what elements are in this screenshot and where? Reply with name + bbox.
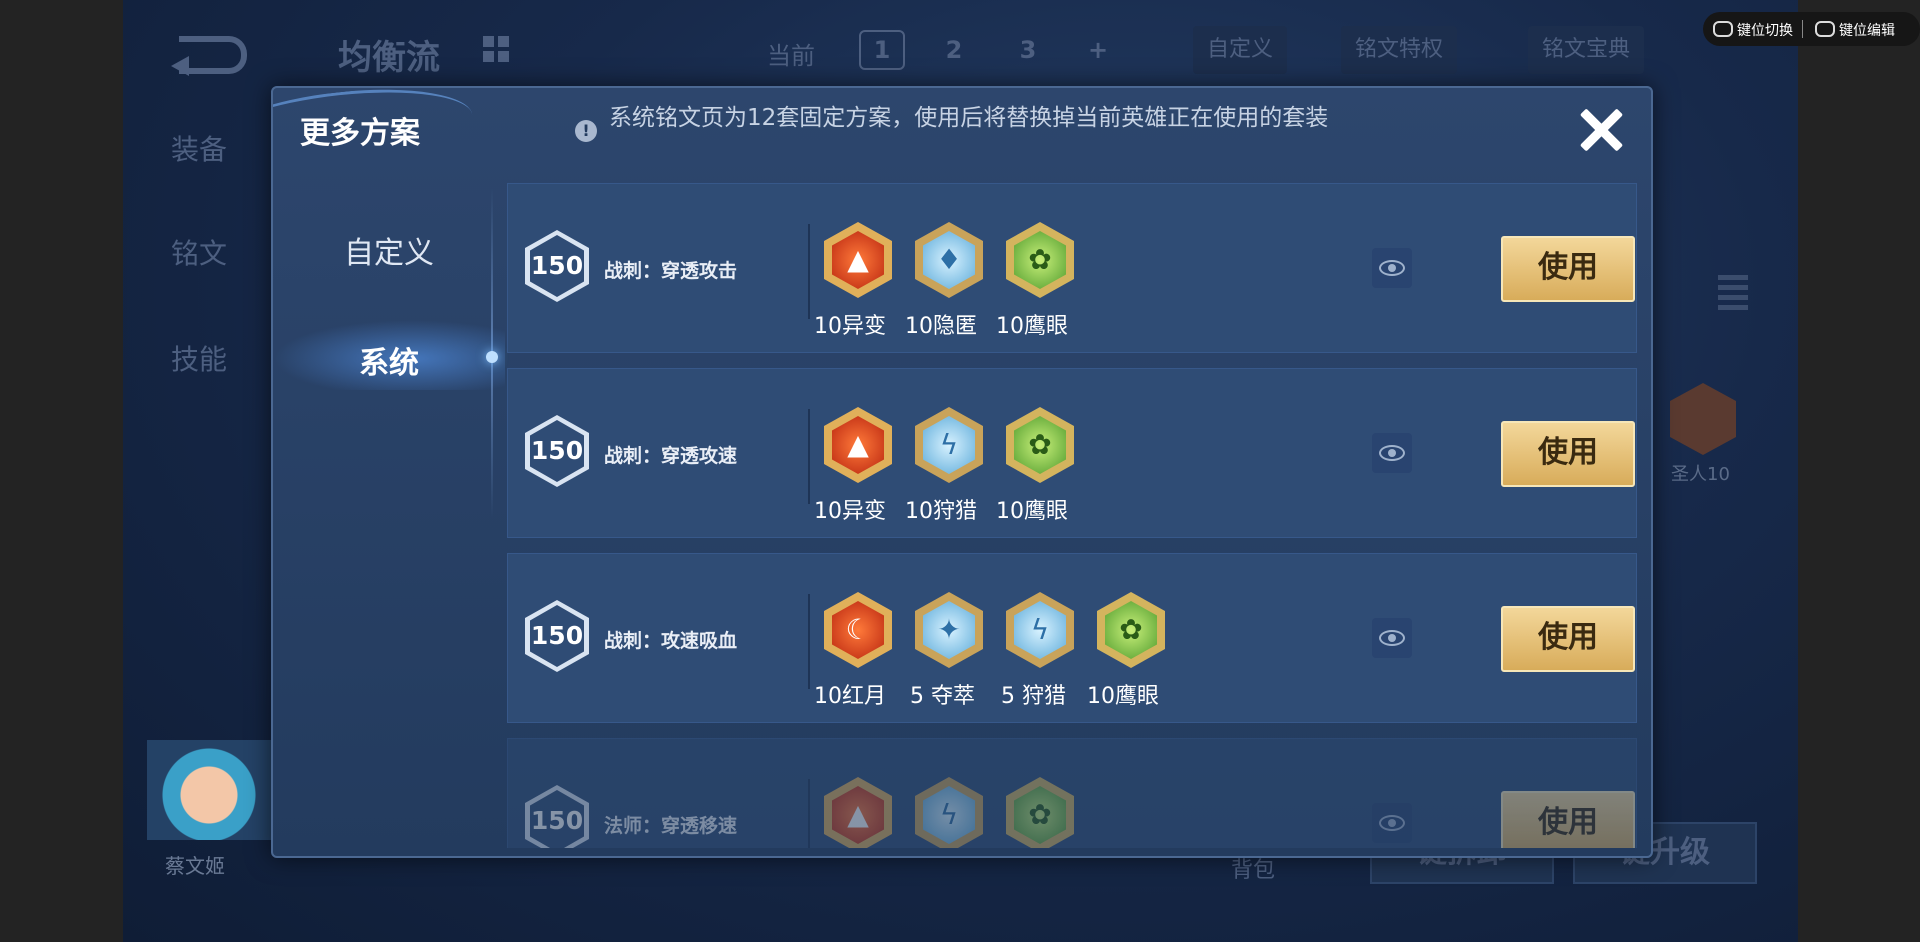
background-title: 均衡流 xyxy=(338,38,440,78)
preview-eye-icon[interactable] xyxy=(1372,433,1412,473)
plan-name: 战刺：穿透攻速 xyxy=(604,445,738,467)
use-button[interactable]: 使用 xyxy=(1501,421,1635,487)
mutation-rune-icon: ▲ xyxy=(822,222,894,304)
sort-icon xyxy=(1718,275,1748,311)
red-moon-rune-icon: ☾ xyxy=(822,592,894,674)
gamepad-icon xyxy=(1815,21,1835,37)
rune-label: 5 夺萃 xyxy=(910,684,975,709)
page-1: 1 xyxy=(859,30,905,70)
use-button[interactable]: 使用 xyxy=(1501,606,1635,672)
use-button[interactable]: 使用 xyxy=(1501,791,1635,848)
keymap-toolbar: 键位切换 键位编辑 xyxy=(1703,12,1920,46)
level-badge: 150 xyxy=(525,785,589,848)
plan-name: 战刺：攻速吸血 xyxy=(604,630,738,652)
rune-label: 10红月 xyxy=(814,684,886,709)
mutation-rune-icon: ▲ xyxy=(822,407,894,489)
bg-tab-skills: 技能 xyxy=(171,343,228,376)
level-badge: 150 xyxy=(525,230,589,302)
gamepad-icon xyxy=(1713,21,1733,37)
rune-label: 10异变 xyxy=(814,314,886,339)
more-plans-modal: 更多方案 ! 系统铭文页为12套固定方案，使用后将替换掉当前英雄正在使用的套装 … xyxy=(271,86,1653,858)
rune-icon: ϟ xyxy=(913,777,985,848)
preview-eye-icon[interactable] xyxy=(1372,248,1412,288)
page-2: 2 xyxy=(945,36,963,64)
hero-avatar xyxy=(147,740,271,840)
back-arrow-icon xyxy=(171,30,253,76)
game-viewport: 均衡流 当前 1 2 3 + 自定义 铭文特权 铭文宝典 装备 铭文 技能 圣人… xyxy=(123,0,1798,942)
bg-custom-button: 自定义 xyxy=(1193,26,1288,74)
rune-label: 10鹰眼 xyxy=(996,499,1068,524)
tab-custom[interactable]: 自定义 xyxy=(273,228,505,272)
hawkeye-rune-icon: ✿ xyxy=(1095,592,1167,674)
bg-tab-equipment: 装备 xyxy=(171,133,228,166)
rune-icon: ✿ xyxy=(1004,777,1076,848)
level-value: 150 xyxy=(530,790,584,848)
use-button[interactable]: 使用 xyxy=(1501,236,1635,302)
plan-row: 150 战刺：攻速吸血 ☾ 10红月 ✦ 5 夺萃 ϟ 5 狩猎 ✿ 10鹰眼 … xyxy=(507,553,1637,723)
rune-label: 10鹰眼 xyxy=(996,314,1068,339)
rune-icon: ▲ xyxy=(822,777,894,848)
level-badge: 150 xyxy=(525,415,589,487)
separator xyxy=(808,409,810,504)
rune-label: 10鹰眼 xyxy=(1087,684,1159,709)
hunt-rune-icon: ϟ xyxy=(913,407,985,489)
preview-eye-icon[interactable] xyxy=(1372,618,1412,658)
divider xyxy=(1802,20,1803,38)
tab-system[interactable]: 系统 xyxy=(273,338,505,382)
plan-row: 150 战刺：穿透攻击 ▲ 10异变 ♦ 10隐匿 ✿ 10鹰眼 使用 xyxy=(507,183,1637,353)
level-value: 150 xyxy=(530,420,584,482)
rune-icon xyxy=(1670,383,1736,455)
plan-list[interactable]: 150 战刺：穿透攻击 ▲ 10异变 ♦ 10隐匿 ✿ 10鹰眼 使用 150 … xyxy=(507,183,1637,848)
rune-label: 10隐匿 xyxy=(905,314,977,339)
rune-label: 5 狩猎 xyxy=(1001,684,1066,709)
level-badge: 150 xyxy=(525,600,589,672)
separator xyxy=(808,594,810,689)
info-icon: ! xyxy=(575,120,597,142)
bg-codex-button: 铭文宝典 xyxy=(1528,26,1645,74)
rune-label: 10异变 xyxy=(814,499,886,524)
plunder-rune-icon: ✦ xyxy=(913,592,985,674)
page-3: 3 xyxy=(1019,36,1037,64)
hero-name: 蔡文姬 xyxy=(165,854,225,878)
stealth-rune-icon: ♦ xyxy=(913,222,985,304)
hawkeye-rune-icon: ✿ xyxy=(1004,222,1076,304)
grid-icon xyxy=(483,36,509,62)
rune-label: 10狩猎 xyxy=(905,499,977,524)
current-page-label: 当前 xyxy=(767,42,815,70)
plan-name: 战刺：穿透攻击 xyxy=(604,260,738,282)
close-button[interactable] xyxy=(1571,100,1631,160)
level-value: 150 xyxy=(530,235,584,297)
plan-name: 法师：穿透移速 xyxy=(604,815,738,837)
hunt-rune-icon: ϟ xyxy=(1004,592,1076,674)
tab-indicator-dot xyxy=(486,351,498,363)
separator xyxy=(808,224,810,319)
bg-tab-runes: 铭文 xyxy=(171,237,228,270)
bg-privilege-button: 铭文特权 xyxy=(1341,26,1458,74)
bg-rune-label: 圣人10 xyxy=(1671,464,1730,485)
modal-title: 更多方案 xyxy=(300,116,420,151)
modal-info-text: 系统铭文页为12套固定方案，使用后将替换掉当前英雄正在使用的套装 xyxy=(609,105,1329,131)
plan-row: 150 战刺：穿透攻速 ▲ 10异变 ϟ 10狩猎 ✿ 10鹰眼 使用 xyxy=(507,368,1637,538)
hawkeye-rune-icon: ✿ xyxy=(1004,407,1076,489)
level-value: 150 xyxy=(530,605,584,667)
plan-row: 150 法师：穿透移速 ▲ ϟ ✿ 使用 xyxy=(507,738,1637,848)
page-add: + xyxy=(1087,36,1109,64)
separator xyxy=(808,779,810,848)
preview-eye-icon[interactable] xyxy=(1372,803,1412,843)
keymap-switch-button[interactable]: 键位切换 xyxy=(1737,20,1793,40)
keymap-edit-button[interactable]: 键位编辑 xyxy=(1839,20,1895,40)
